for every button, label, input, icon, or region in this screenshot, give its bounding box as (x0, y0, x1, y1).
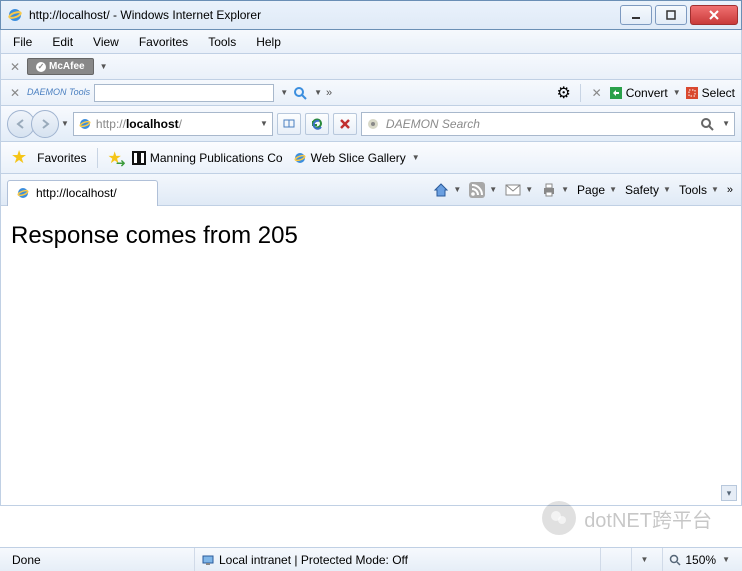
address-bar[interactable]: http://localhost/ ▼ (73, 112, 273, 136)
zoom-icon (669, 554, 681, 566)
search-icon[interactable] (700, 117, 714, 131)
ie-page-icon (16, 186, 30, 200)
chevron-down-icon[interactable]: ▼ (722, 119, 730, 128)
menu-bar: File Edit View Favorites Tools Help (0, 30, 742, 54)
search-icon[interactable] (292, 85, 308, 101)
manning-icon (132, 151, 146, 165)
tools-menu[interactable]: Tools▼ (679, 183, 719, 197)
mcafee-button[interactable]: McAfee (27, 58, 94, 75)
chevron-down-icon: ▼ (412, 153, 420, 162)
watermark: dotNET跨平台 (542, 501, 712, 535)
zoom-value: 150% (685, 553, 716, 567)
search-box[interactable]: DAEMON Search ▼ (361, 112, 735, 136)
status-bar: Done Local intranet | Protected Mode: Of… (0, 547, 742, 571)
maximize-button[interactable] (655, 5, 687, 25)
daemon-search-input[interactable] (94, 84, 274, 102)
separator (580, 84, 581, 102)
intranet-icon (201, 553, 215, 567)
favorite-link-manning[interactable]: Manning Publications Co (132, 151, 283, 165)
search-placeholder: DAEMON Search (386, 117, 480, 131)
safety-menu[interactable]: Safety▼ (625, 183, 671, 197)
status-unknown1[interactable] (600, 548, 623, 571)
pdf-select-icon (685, 86, 699, 100)
page-content: Response comes from 205 ▾ (0, 206, 742, 506)
status-done: Done (6, 548, 186, 571)
close-icon[interactable]: ✕ (589, 86, 605, 100)
chevron-down-icon: ▼ (673, 88, 681, 97)
chevron-down-icon[interactable]: ▼ (260, 119, 268, 128)
pdf-convert-icon (609, 86, 623, 100)
convert-label: Convert (626, 86, 668, 100)
refresh-button[interactable] (305, 113, 329, 135)
ie-icon (7, 7, 23, 23)
command-bar: ▼ ▼ ▼ ▼ Page▼ Safety▼ Tools▼ » (433, 182, 741, 198)
page-body-text: Response comes from 205 (11, 222, 298, 249)
menu-file[interactable]: File (13, 35, 32, 49)
chevron-down-icon[interactable]: ▼ (280, 88, 288, 97)
select-label: Select (702, 86, 735, 100)
daemon-label: DAEMON Tools (27, 88, 90, 97)
window-title: http://localhost/ - Windows Internet Exp… (29, 8, 620, 22)
menu-help[interactable]: Help (256, 35, 281, 49)
overflow-icon[interactable]: » (326, 87, 332, 99)
add-favorite-button[interactable]: ★➜ (108, 148, 122, 168)
mcafee-label: McAfee (49, 61, 85, 72)
favorite-label: Web Slice Gallery (311, 151, 406, 165)
separator (97, 148, 98, 168)
home-button[interactable]: ▼ (433, 182, 461, 198)
chevron-down-icon[interactable]: ▼ (100, 62, 108, 71)
status-popup[interactable]: ▼ (631, 548, 654, 571)
feeds-button[interactable]: ▼ (469, 182, 497, 198)
menu-view[interactable]: View (93, 35, 119, 49)
tab-title: http://localhost/ (36, 186, 117, 200)
scroll-down-button[interactable]: ▾ (721, 485, 737, 501)
page-menu[interactable]: Page▼ (577, 183, 617, 197)
address-url: http://localhost/ (96, 117, 182, 131)
chevron-down-icon[interactable]: ▼ (722, 555, 730, 564)
forward-button[interactable] (31, 110, 59, 138)
overflow-icon[interactable]: » (727, 184, 733, 196)
daemon-search-icon (366, 117, 380, 131)
daemon-toolbar: ✕ DAEMON Tools ▼ ▼ » ⚙ ✕ Convert ▼ Selec… (0, 80, 742, 106)
stop-button[interactable] (333, 113, 357, 135)
favorites-bar: ★ Favorites ★➜ Manning Publications Co W… (0, 142, 742, 174)
favorite-label: Manning Publications Co (150, 151, 283, 165)
zoom-control[interactable]: 150% ▼ (662, 548, 736, 571)
minimize-button[interactable] (620, 5, 652, 25)
menu-tools[interactable]: Tools (208, 35, 236, 49)
mail-button[interactable]: ▼ (505, 184, 533, 196)
favorite-link-webslice[interactable]: Web Slice Gallery ▼ (293, 151, 420, 165)
history-dropdown-icon[interactable]: ▼ (61, 119, 69, 128)
menu-edit[interactable]: Edit (52, 35, 73, 49)
tab-row: http://localhost/ ▼ ▼ ▼ ▼ Page▼ Safety▼ … (0, 174, 742, 206)
favorites-label[interactable]: Favorites (37, 151, 86, 165)
mcafee-toolbar: ✕ McAfee ▼ (0, 54, 742, 80)
navigation-bar: ▼ http://localhost/ ▼ DAEMON Search ▼ (0, 106, 742, 142)
star-plus-icon: ★➜ (108, 148, 122, 168)
gear-icon[interactable]: ⚙ (556, 85, 572, 101)
ie-page-icon (78, 117, 92, 131)
compat-view-button[interactable] (277, 113, 301, 135)
ie-page-icon (293, 151, 307, 165)
close-button[interactable] (690, 5, 738, 25)
tab-localhost[interactable]: http://localhost/ (7, 180, 158, 206)
status-zone[interactable]: Local intranet | Protected Mode: Off (194, 548, 592, 571)
window-titlebar: http://localhost/ - Windows Internet Exp… (0, 0, 742, 30)
close-toolbar-icon[interactable]: ✕ (7, 86, 23, 100)
close-toolbar-icon[interactable]: ✕ (7, 60, 23, 74)
favorites-star-icon[interactable]: ★ (11, 147, 27, 168)
watermark-text: dotNET跨平台 (584, 504, 712, 533)
wechat-icon (542, 501, 576, 535)
chevron-down-icon[interactable]: ▼ (314, 88, 322, 97)
menu-favorites[interactable]: Favorites (139, 35, 188, 49)
convert-button[interactable]: Convert ▼ (609, 86, 681, 100)
print-button[interactable]: ▼ (541, 182, 569, 198)
select-button[interactable]: Select (685, 86, 735, 100)
